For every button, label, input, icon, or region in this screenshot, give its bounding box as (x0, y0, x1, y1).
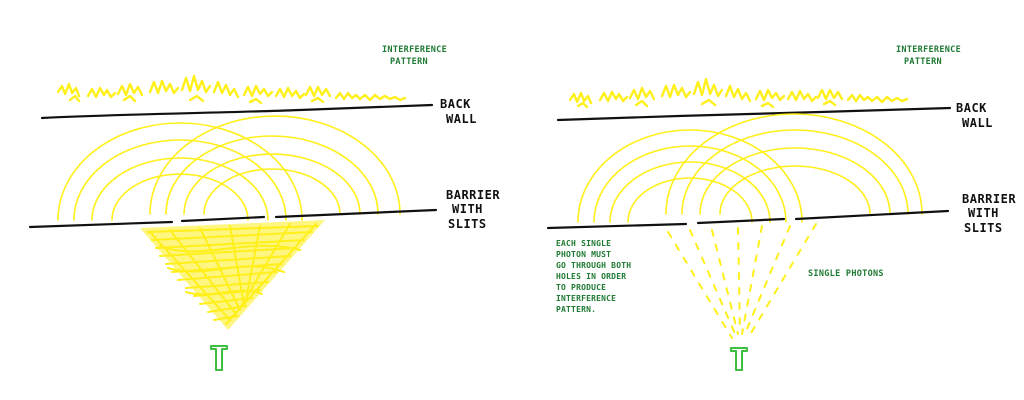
photon-paths (667, 223, 817, 339)
interference-pattern (568, 77, 909, 109)
wave-arcs-slit-1 (577, 129, 803, 223)
panel-single-photon: INTERFERENCE PATTERN BACK WALL BARRIER W… (546, 45, 1024, 371)
wave-arcs-slit-2 (665, 113, 923, 215)
panel-wave: INTERFERENCE PATTERN BACK WALL BARRIER W… (28, 45, 508, 371)
label-back-wall: BACK WALL (956, 101, 995, 130)
barrier (546, 209, 950, 230)
label-single-photons: SINGLE PHOTONS (808, 269, 884, 279)
double-slit-diagram: INTERFERENCE PATTERN BACK WALL BARRIER W… (28, 45, 1024, 371)
light-beam (140, 220, 325, 330)
annotation-interference-pattern: INTERFERENCE PATTERN (382, 45, 452, 67)
annotation-interference-pattern: INTERFERENCE PATTERN (896, 45, 966, 67)
label-barrier: BARRIER WITH SLITS (962, 192, 1024, 235)
interference-pattern (56, 74, 407, 105)
wave-arcs-slit-1 (57, 122, 303, 221)
light-source-icon (210, 345, 228, 371)
label-back-wall: BACK WALL (440, 97, 479, 126)
back-wall (40, 103, 434, 120)
label-barrier: BARRIER WITH SLITS (446, 188, 508, 231)
wave-arcs-slit-2 (149, 115, 401, 215)
light-source-icon (730, 347, 748, 371)
side-note: EACH SINGLE PHOTON MUST GO THROUGH BOTH … (556, 239, 636, 314)
